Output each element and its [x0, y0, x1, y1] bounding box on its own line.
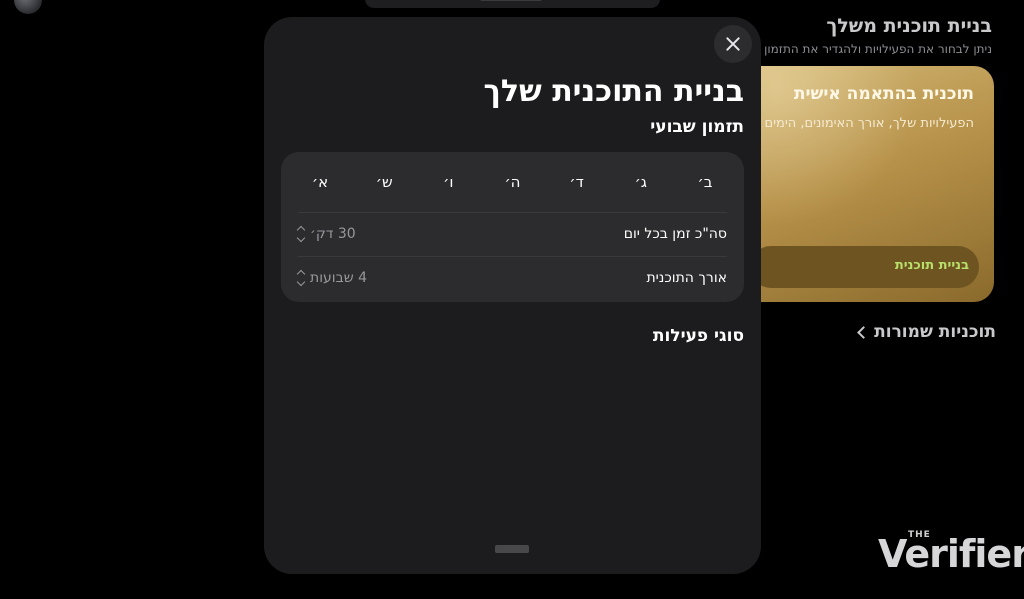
background-page-title: בניית תוכנית משלך: [826, 15, 992, 37]
activity-types-heading: סוגי פעילות: [652, 326, 744, 346]
grabber-bar: [480, 0, 542, 1]
sheet-title: בניית התוכנית שלך: [483, 74, 744, 109]
day-toggle-friday[interactable]: ו׳: [428, 166, 468, 198]
close-button[interactable]: [714, 25, 752, 63]
day-toggle-saturday[interactable]: ש׳: [364, 166, 404, 198]
chevron-left-icon: [857, 325, 870, 339]
weekly-schedule-card: ב׳ ג׳ ד׳ ה׳ ו׳ ש׳ א׳ סה"כ זמן בכל יום 30…: [281, 152, 744, 302]
plan-length-row: אורך התוכנית 4 שבועות: [296, 256, 727, 300]
day-toggle-thursday[interactable]: ה׳: [492, 166, 532, 198]
plan-length-label: אורך התוכנית: [646, 270, 727, 286]
day-selector: ב׳ ג׳ ד׳ ה׳ ו׳ ש׳ א׳: [300, 166, 725, 198]
day-toggle-sunday[interactable]: א׳: [300, 166, 340, 198]
chevron-up-down-icon: [296, 225, 306, 243]
avatar[interactable]: [14, 0, 42, 14]
top-sheet-handle: [365, 0, 660, 8]
saved-plans-label: תוכניות שמורות: [874, 322, 996, 342]
daily-time-row: סה"כ זמן בכל יום 30 דק׳: [296, 212, 727, 256]
verifier-watermark: Verifier THE: [878, 524, 1024, 580]
watermark-the: THE: [908, 530, 931, 540]
daily-time-label: סה"כ זמן בכל יום: [623, 226, 727, 242]
background-page-subtitle: ניתן לבחור את הפעילויות ולהגדיר את התזמו…: [764, 42, 992, 56]
daily-time-value: 30 דק׳: [310, 226, 356, 242]
resize-handle[interactable]: [495, 545, 529, 553]
custom-plan-card-title: תוכנית בהתאמה אישית: [793, 84, 974, 104]
build-plan-sheet: בניית התוכנית שלך תזמון שבועי ב׳ ג׳ ד׳ ה…: [264, 17, 761, 574]
day-toggle-wednesday[interactable]: ד׳: [557, 166, 597, 198]
weekly-schedule-heading: תזמון שבועי: [650, 117, 744, 137]
plan-length-picker[interactable]: 4 שבועות: [296, 269, 367, 287]
day-toggle-tuesday[interactable]: ג׳: [621, 166, 661, 198]
daily-time-picker[interactable]: 30 דק׳: [296, 225, 356, 243]
plan-length-value: 4 שבועות: [310, 270, 367, 286]
saved-plans-link[interactable]: תוכניות שמורות: [855, 322, 996, 342]
day-toggle-monday[interactable]: ב׳: [685, 166, 725, 198]
watermark-name: Verifier: [878, 532, 1024, 576]
build-plan-button-label: בניית תוכנית: [894, 258, 969, 273]
custom-plan-card[interactable]: תוכנית בהתאמה אישית הפעילויות שלך, אורך …: [740, 66, 994, 302]
custom-plan-card-description: הפעילויות שלך, אורך האימונים, הימים: [764, 116, 974, 131]
chevron-up-down-icon: [296, 269, 306, 287]
build-plan-button[interactable]: בניית תוכנית: [750, 246, 979, 288]
